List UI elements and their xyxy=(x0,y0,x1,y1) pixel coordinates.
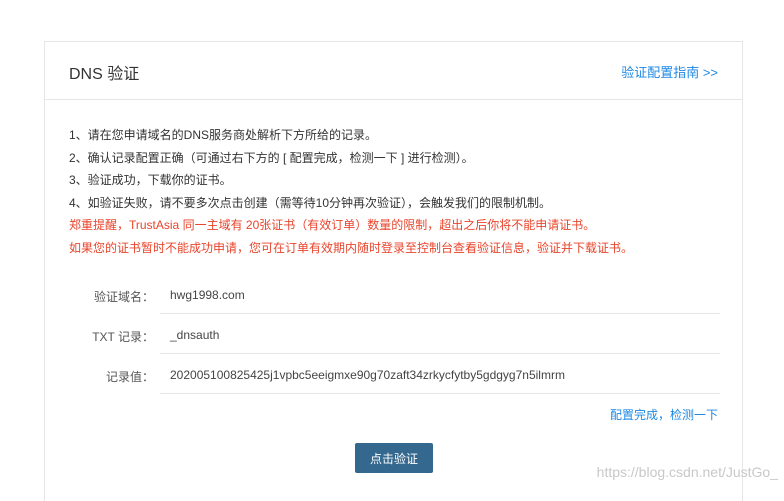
record-value-label: 记录值： xyxy=(106,368,154,385)
warning-line: 郑重提醒，TrustAsia 同一主域有 20张证书（有效订单）数量的限制，超出… xyxy=(69,214,633,237)
instruction-line: 3、验证成功，下载你的证书。 xyxy=(69,169,633,192)
dns-verification-card: DNS 验证 验证配置指南 >> 1、请在您申请域名的DNS服务商处解析下方所给… xyxy=(44,41,743,501)
check-config-link[interactable]: 配置完成，检测一下 xyxy=(610,406,718,423)
record-value-row: 记录值： 202005100825425j1vpbc5eeigmxe90g70z… xyxy=(45,356,744,396)
warning-line: 如果您的证书暂时不能成功申请，您可在订单有效期内随时登录至控制台查看验证信息，验… xyxy=(69,237,633,260)
instruction-line: 2、确认记录配置正确（可通过右下方的 [ 配置完成，检测一下 ] 进行检测）。 xyxy=(69,147,633,170)
page-title: DNS 验证 xyxy=(69,60,139,84)
record-value[interactable]: 202005100825425j1vpbc5eeigmxe90g70zaft34… xyxy=(160,356,720,394)
txt-record-value[interactable]: _dnsauth xyxy=(160,316,720,354)
domain-row: 验证域名： hwg1998.com xyxy=(45,276,744,316)
card-header: DNS 验证 验证配置指南 >> xyxy=(45,42,742,100)
domain-label: 验证域名： xyxy=(94,288,154,305)
instructions: 1、请在您申请域名的DNS服务商处解析下方所给的记录。 2、确认记录配置正确（可… xyxy=(69,124,633,259)
txt-record-label: TXT 记录： xyxy=(92,328,154,345)
domain-value[interactable]: hwg1998.com xyxy=(160,276,720,314)
verify-button[interactable]: 点击验证 xyxy=(355,443,433,473)
instruction-line: 1、请在您申请域名的DNS服务商处解析下方所给的记录。 xyxy=(69,124,633,147)
txt-record-row: TXT 记录： _dnsauth xyxy=(45,316,744,356)
watermark: https://blog.csdn.net/JustGo_ xyxy=(597,464,778,480)
verification-guide-link[interactable]: 验证配置指南 >> xyxy=(621,62,718,81)
instruction-line: 4、如验证失败，请不要多次点击创建（需等待10分钟再次验证），会触发我们的限制机… xyxy=(69,192,633,215)
